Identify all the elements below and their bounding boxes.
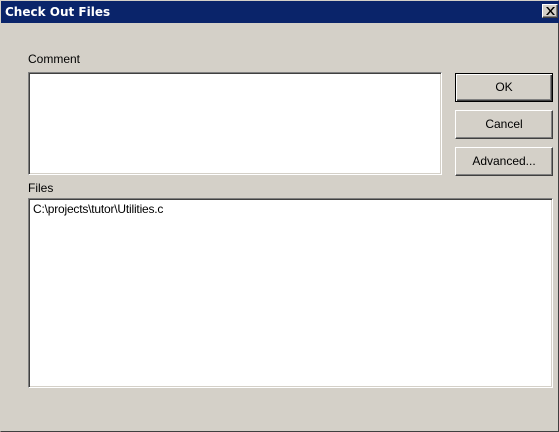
check-out-files-dialog: Check Out Files Comment OK Cancel Advanc… <box>0 0 559 432</box>
list-item[interactable]: C:\projects\tutor\Utilities.c <box>33 202 163 216</box>
ok-button[interactable]: OK <box>455 73 553 102</box>
close-icon <box>546 7 555 15</box>
cancel-button[interactable]: Cancel <box>455 110 553 139</box>
comment-label: Comment <box>28 52 81 66</box>
advanced-button[interactable]: Advanced... <box>455 147 553 176</box>
files-label: Files <box>28 181 54 195</box>
title-bar[interactable]: Check Out Files <box>1 1 559 23</box>
files-listbox[interactable]: C:\projects\tutor\Utilities.c <box>28 198 553 388</box>
window-title: Check Out Files <box>5 5 111 19</box>
comment-textarea[interactable] <box>28 72 442 175</box>
close-button[interactable] <box>542 4 558 18</box>
